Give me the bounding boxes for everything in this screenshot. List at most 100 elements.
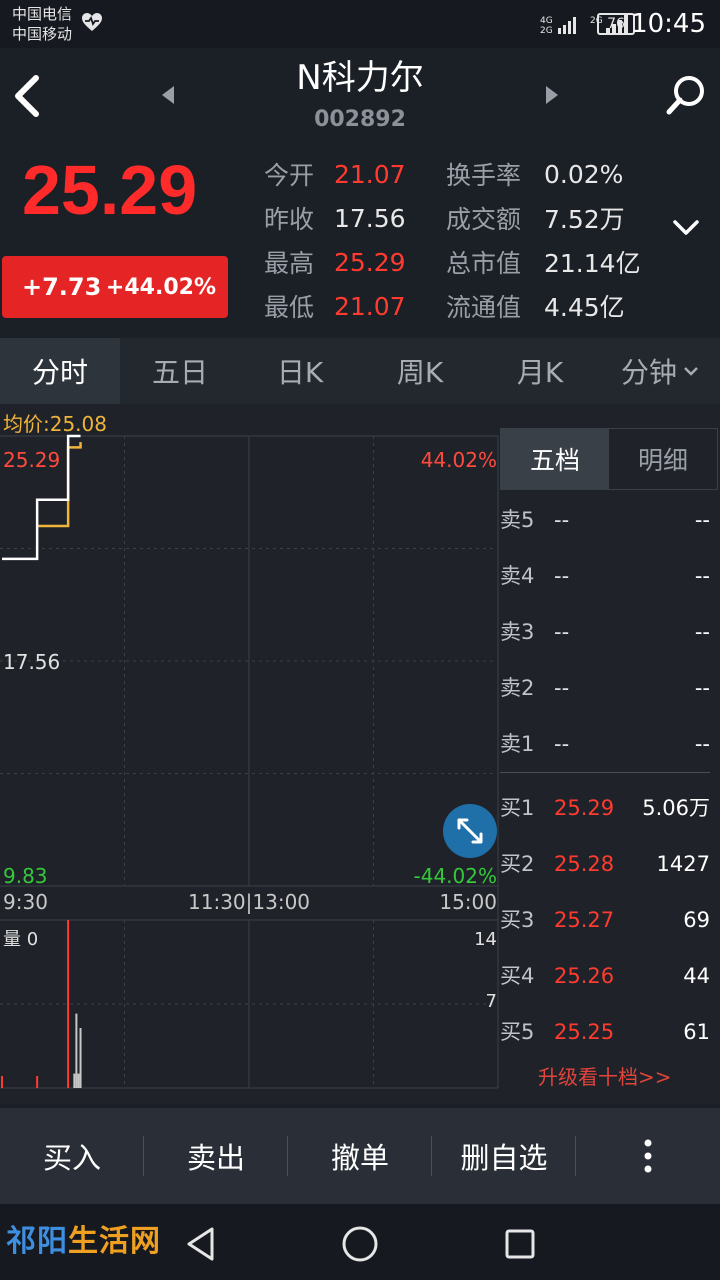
bid-row: 买5 25.25 61: [500, 1012, 710, 1052]
back-arrow-icon[interactable]: [8, 68, 48, 124]
quote-label: 成交额: [446, 205, 522, 234]
chart-grid: [0, 435, 499, 1089]
chart-canvas: [0, 434, 499, 1089]
remove-watchlist-button[interactable]: 删自选: [432, 1108, 576, 1204]
quote-row-market-cap: 总市值 21.14亿: [446, 240, 641, 284]
search-icon[interactable]: [664, 72, 708, 120]
bid-level-label: 买3: [500, 908, 535, 932]
quote-row-turnover: 成交额 7.52万: [446, 196, 641, 240]
clock: 10:45: [631, 9, 706, 39]
time-mid-label: 11:30|13:00: [188, 890, 311, 914]
quote-row-high: 最高 25.29: [264, 240, 406, 284]
quote-row-open: 今开 21.07: [264, 152, 406, 196]
bid-price: 25.28: [554, 852, 615, 876]
ask-row: 卖2 -- --: [500, 668, 710, 708]
ask-price: --: [554, 508, 570, 532]
low-price-label: 9.83: [3, 864, 48, 888]
stock-header: N科力尔 002892: [0, 48, 720, 144]
quote-value: 7.52万: [544, 205, 625, 234]
chevron-down-icon[interactable]: [672, 216, 700, 238]
watermark-part-1: 祁阳: [6, 1224, 68, 1259]
high-price-label: 25.29: [3, 448, 61, 472]
quote-fields-left: 今开 21.07 昨收 17.56 最高 25.29 最低 21.07: [264, 152, 406, 328]
current-price: 25.29: [22, 151, 198, 229]
order-book-divider: [500, 772, 710, 773]
quote-value: 4.45亿: [544, 293, 625, 322]
bid-price: 25.26: [554, 964, 615, 988]
ask-volume: --: [694, 564, 710, 588]
ask-price: --: [554, 620, 570, 644]
carrier-1: 中国电信: [12, 5, 73, 23]
tab-intraday[interactable]: 分时: [0, 338, 120, 404]
change-percent: +44.02%: [105, 275, 216, 300]
prev-close-label: 17.56: [3, 650, 61, 674]
order-book: 五档 明细 卖5 -- -- 卖4 -- -- 卖3 -- -- 卖2 -- -…: [500, 404, 720, 1104]
bid-row: 买4 25.26 44: [500, 956, 710, 996]
quote-row-turnover-rate: 换手率 0.02%: [446, 152, 641, 196]
sell-button[interactable]: 卖出: [144, 1108, 288, 1204]
nav-back-icon[interactable]: [184, 1226, 218, 1262]
ask-row: 卖1 -- --: [500, 724, 710, 764]
health-heart-icon: [82, 13, 102, 31]
more-vertical-icon: [644, 1139, 652, 1173]
order-book-tabs: 五档 明细: [500, 428, 718, 490]
bid-row: 买1 25.29 5.06万: [500, 788, 710, 828]
quote-label: 总市值: [446, 249, 522, 278]
buy-button[interactable]: 买入: [0, 1108, 144, 1204]
ask-level-label: 卖5: [500, 508, 535, 532]
quote-value: 21.14亿: [544, 249, 641, 278]
ask-volume: --: [694, 620, 710, 644]
stock-name: N科力尔: [296, 58, 424, 98]
prev-stock-icon[interactable]: [158, 84, 178, 106]
expand-arrows-icon: [457, 818, 483, 844]
tab-five-day[interactable]: 五日: [120, 338, 240, 404]
quote-label: 换手率: [446, 161, 522, 190]
next-stock-icon[interactable]: [542, 84, 562, 106]
tab-minute-label: 分钟: [620, 356, 677, 389]
quote-fields-right: 换手率 0.02% 成交额 7.52万 总市值 21.14亿 流通值 4.45亿: [446, 152, 641, 328]
ask-price: --: [554, 732, 570, 756]
quote-label: 昨收: [264, 205, 315, 234]
ask-row: 卖3 -- --: [500, 612, 710, 652]
quote-row-low: 最低 21.07: [264, 284, 406, 328]
upgrade-ten-levels-link[interactable]: 升级看十档>>: [538, 1064, 672, 1090]
svg-text:4G: 4G: [540, 16, 553, 26]
quote-panel: 25.29 +7.73 +44.02% 今开 21.07 昨收 17.56 最高…: [0, 144, 720, 338]
low-pct-label: -44.02%: [413, 864, 497, 888]
bid-volume: 69: [683, 908, 710, 932]
bid-price: 25.29: [554, 796, 615, 820]
cancel-order-button[interactable]: 撤单: [288, 1108, 432, 1204]
time-open-label: 9:30: [3, 890, 48, 914]
quote-label: 最低: [264, 293, 315, 322]
ask-level-label: 卖2: [500, 676, 535, 700]
tab-details[interactable]: 明细: [609, 429, 717, 489]
quote-label: 流通值: [446, 293, 522, 322]
ask-level-label: 卖1: [500, 732, 535, 756]
signal-4g-icon: 4G 2G: [540, 16, 576, 35]
stock-code: 002892: [314, 107, 406, 132]
carrier-2: 中国移动: [12, 25, 73, 43]
nav-recent-apps-icon[interactable]: [504, 1228, 536, 1260]
fullscreen-button[interactable]: [443, 804, 497, 858]
nav-home-icon[interactable]: [340, 1224, 380, 1264]
more-button[interactable]: [576, 1108, 720, 1204]
ask-volume: --: [694, 732, 710, 756]
chevron-down-icon: [684, 367, 698, 376]
intraday-chart[interactable]: 均价:25.08 25.29 44.02% 17.56 9.83 -44.02%…: [0, 404, 500, 1104]
bid-level-label: 买4: [500, 964, 535, 988]
carrier-info: 中国电信 中国移动: [12, 4, 72, 44]
ask-price: --: [554, 564, 570, 588]
volume-mid-label: 7: [485, 991, 497, 1012]
avg-price-label: 均价:25.08: [3, 412, 107, 436]
bid-volume: 44: [683, 964, 710, 988]
change-badge: +7.73 +44.02%: [2, 256, 228, 318]
ask-row: 卖5 -- --: [500, 500, 710, 540]
quote-value: 21.07: [334, 159, 406, 189]
tab-weekly-k[interactable]: 周K: [360, 338, 480, 404]
tab-daily-k[interactable]: 日K: [240, 338, 360, 404]
tab-monthly-k[interactable]: 月K: [480, 338, 600, 404]
tab-five-levels[interactable]: 五档: [501, 429, 609, 489]
bottom-toolbar: 买入 卖出 撤单 删自选: [0, 1108, 720, 1204]
battery-indicator: 76: [597, 13, 635, 35]
tab-minute[interactable]: 分钟: [600, 338, 720, 404]
